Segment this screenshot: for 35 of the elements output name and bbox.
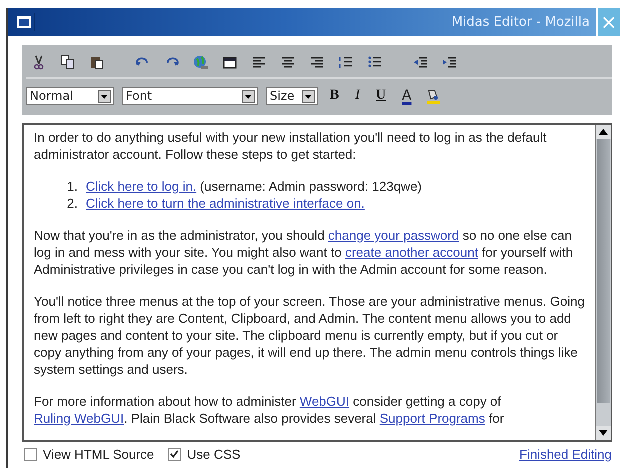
underline-button[interactable]: U (372, 88, 390, 104)
link[interactable]: create another account (345, 245, 478, 260)
bulleted-list-icon[interactable] (366, 54, 384, 70)
list-item-text: (username: Admin password: 123qwe) (199, 179, 422, 194)
copy-icon[interactable] (59, 54, 77, 70)
scrollbar[interactable] (595, 125, 611, 440)
bold-button[interactable]: B (326, 88, 344, 104)
dropdown[interactable]: Normal (26, 87, 114, 105)
dropdown[interactable]: Size (266, 87, 318, 105)
window-title: Midas Editor - Mozilla (452, 14, 590, 30)
link[interactable]: Click here to turn the administrative interface on. (86, 196, 365, 211)
paragraph: Now that you're in as the administrator, you should change your password so no one else can log in and mess with your site. You might also want to create another account for yourself with Administrative privileges in case you can't log in with the Admin account for some reason. (34, 227, 574, 278)
link[interactable]: Ruling WebGUI (34, 411, 124, 426)
list-number: 1. (66, 178, 78, 195)
editor-area[interactable] (22, 123, 612, 442)
italic-button[interactable]: I (351, 88, 364, 104)
checkbox-label[interactable]: View HTML Source (43, 446, 154, 462)
scroll-thumb[interactable] (597, 139, 610, 404)
finished-editing-link[interactable]: Finished Editing (520, 446, 612, 462)
window-menu-icon[interactable] (14, 13, 35, 31)
dropdown[interactable]: Font (122, 87, 258, 105)
list-number: 2. (66, 195, 78, 212)
paragraph: In order to do anything useful with your new installation you'll need to log in as the default administrator account. Follow these steps to get started: (34, 129, 548, 163)
link[interactable]: Click here to log in. (86, 179, 197, 194)
paragraph: For more information about how to administer WebGUI consider getting a copy of Ruling WebGUI. Plain Black Software also provides several Support Programs for (34, 393, 506, 427)
checkbox[interactable] (24, 448, 37, 460)
link[interactable]: Support Programs (380, 411, 486, 426)
text-color-button[interactable]: A (398, 88, 416, 104)
link[interactable]: WebGUI (300, 394, 350, 409)
link[interactable]: change your password (328, 228, 460, 243)
scroll-down-icon[interactable] (596, 426, 611, 440)
scroll-up-icon[interactable] (596, 125, 611, 139)
paragraph: You'll notice three menus at the top of your screen. Those are your administrative menus. Going from left to right they are Content, Clipboard, and Admin. The content menu allows you to add new pages and content to your site. The clipboard menu is currently empty, but if you cut or copy anything from any of your pages, it will end up there. The admin menu controls things like system settings and users. (34, 293, 585, 378)
checkbox-label[interactable]: Use CSS (187, 446, 241, 462)
checkbox[interactable] (168, 448, 182, 460)
